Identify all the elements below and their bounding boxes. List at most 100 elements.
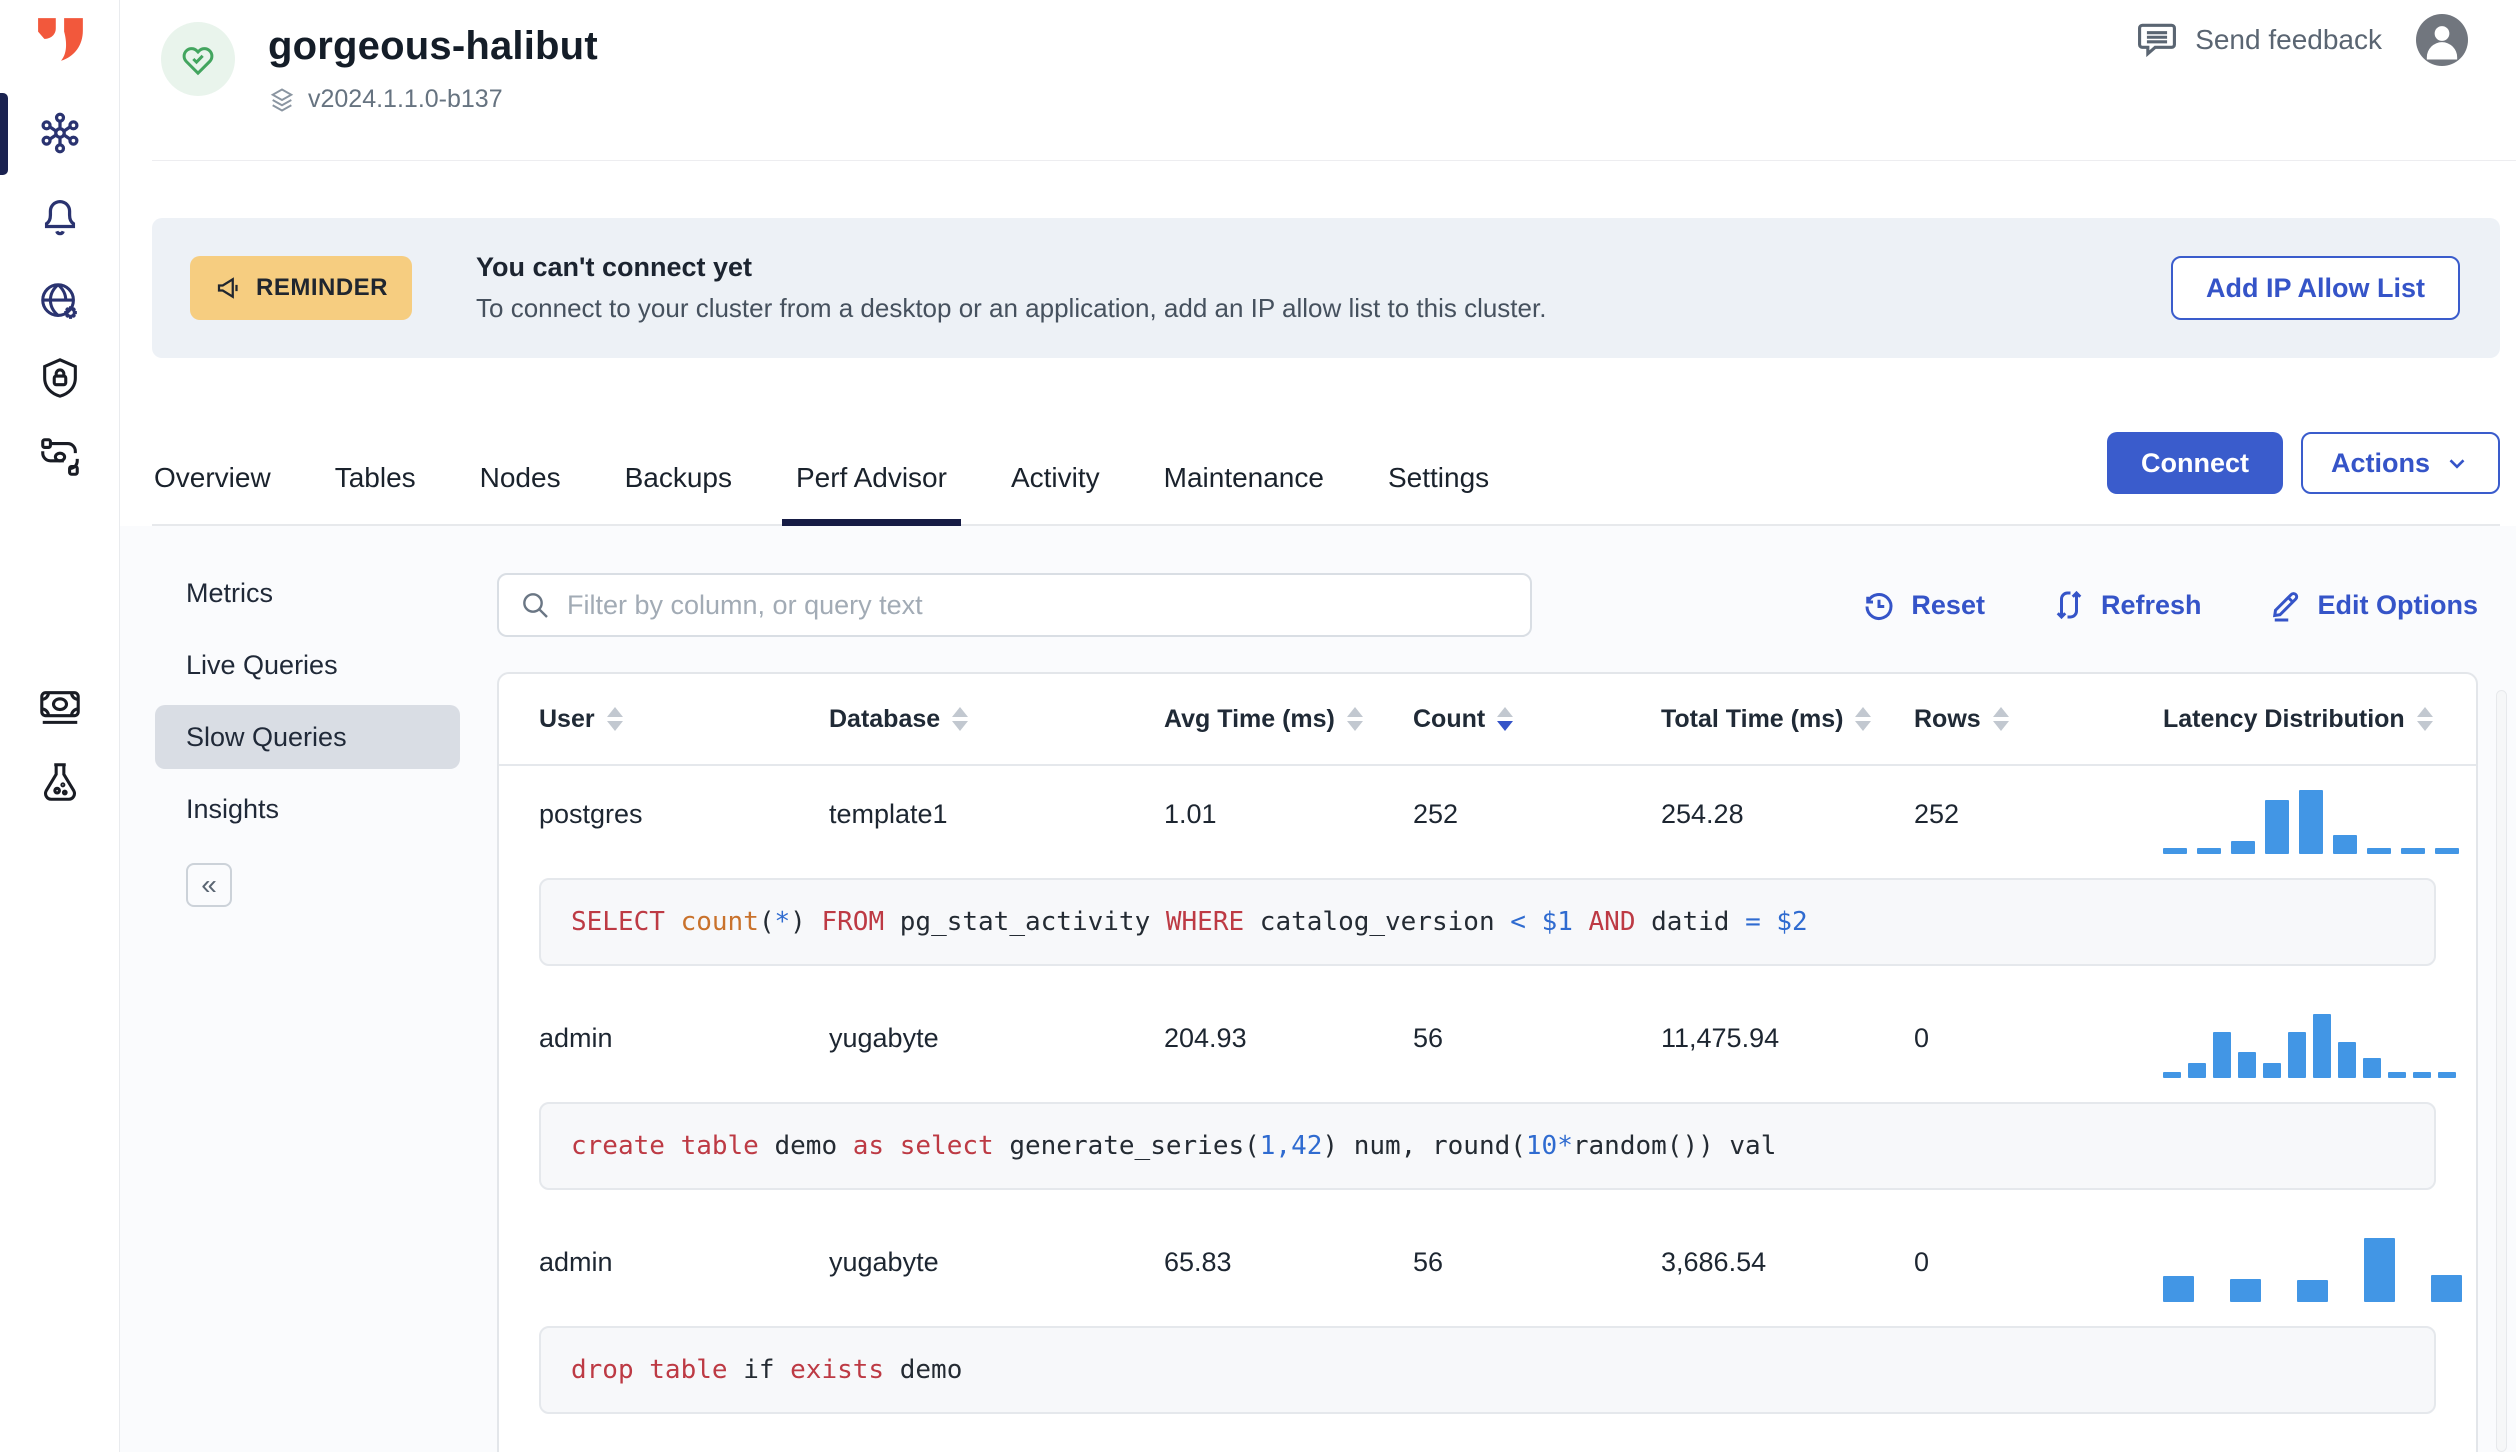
refresh-button[interactable]: Refresh — [2051, 587, 2202, 623]
globe-gear-icon — [41, 283, 77, 319]
cell-count: 56 — [1413, 1022, 1444, 1053]
table-row[interactable]: admin yugabyte 65.83 56 3,686.54 0 — [499, 1214, 2476, 1310]
connect-button[interactable]: Connect — [2106, 432, 2283, 494]
rail-item-clusters[interactable] — [0, 110, 120, 156]
cell-database: template1 — [829, 798, 948, 829]
banner-title: You can't connect yet — [476, 252, 752, 282]
table-header-row: User Database Avg Time (ms) Count Total Time… — [499, 674, 2476, 766]
sort-icon — [1497, 707, 1514, 731]
query-text[interactable]: SELECT count(*) FROM pg_stat_activity WH… — [539, 878, 2436, 966]
reminder-badge: REMINDER — [190, 256, 413, 320]
cell-avg_time_ms: 1.01 — [1164, 798, 1217, 829]
tab-perf-advisor[interactable]: Perf Advisor — [781, 430, 961, 526]
cluster-version: v2024.1.1.0-b137 — [308, 85, 503, 113]
table-row[interactable]: admin yugabyte 204.93 56 11,475.94 0 — [499, 990, 2476, 1086]
sort-icon — [1855, 707, 1872, 731]
add-ip-allow-list-button[interactable]: Add IP Allow List — [2170, 256, 2460, 320]
perf-advisor-subnav: Metrics Live Queries Slow Queries Insights … — [155, 557, 460, 907]
collapse-sidebar-button[interactable]: « — [186, 863, 232, 907]
tab-activity[interactable]: Activity — [1011, 430, 1100, 526]
cell-database: yugabyte — [829, 1246, 939, 1277]
reset-button[interactable]: Reset — [1861, 587, 1985, 623]
cell-rows: 0 — [1914, 1022, 1930, 1053]
query-text[interactable]: drop table if exists demo — [539, 1326, 2436, 1414]
subnav-item-metrics[interactable]: Metrics — [155, 557, 460, 629]
sort-icon — [2416, 707, 2433, 731]
column-header-latency-distribution[interactable]: Latency Distribution — [2163, 705, 2476, 734]
cell-user: admin — [539, 1022, 613, 1053]
refresh-icon — [2056, 590, 2082, 620]
cell-total_time_ms: 254.28 — [1661, 798, 1744, 829]
subnav-item-slow-queries[interactable]: Slow Queries — [155, 705, 460, 769]
cluster-tabs: Overview Tables Nodes Backups Perf Advisor Ac… — [152, 430, 2500, 526]
reminder-banner: REMINDER You can't connect yet To connec… — [152, 218, 2500, 358]
subnav-item-live-queries[interactable]: Live Queries — [155, 629, 460, 701]
rail-item-labs[interactable] — [0, 759, 120, 805]
send-feedback-button[interactable]: Send feedback — [2135, 18, 2382, 62]
sort-icon — [1346, 707, 1363, 731]
bell-icon — [44, 199, 76, 236]
flask-icon — [44, 763, 76, 801]
latency-histogram — [2163, 766, 2476, 862]
scrollbar[interactable] — [2496, 690, 2507, 1452]
table-row[interactable]: postgres template1 1.01 252 254.28 252 — [499, 766, 2476, 862]
column-header-database[interactable]: Database — [829, 705, 1164, 734]
feedback-bubble-icon — [2138, 23, 2177, 58]
tab-overview[interactable]: Overview — [154, 430, 271, 526]
query-text[interactable]: create table demo as select generate_ser… — [539, 1102, 2436, 1190]
sort-icon — [1992, 707, 2009, 731]
yugabyte-logo[interactable] — [36, 16, 86, 62]
cell-avg_time_ms: 204.93 — [1164, 1022, 1247, 1053]
rail-item-security[interactable] — [0, 355, 120, 401]
column-header-rows[interactable]: Rows — [1914, 705, 2163, 734]
billing-icon — [40, 691, 80, 724]
filter-box — [497, 573, 1532, 637]
search-icon — [523, 593, 548, 618]
column-header-count[interactable]: Count — [1413, 705, 1661, 734]
heart-check-icon — [182, 47, 214, 76]
reset-clock-icon — [1865, 592, 1893, 620]
actions-button[interactable]: Actions — [2300, 432, 2500, 494]
integrations-icon — [41, 438, 79, 476]
tab-maintenance[interactable]: Maintenance — [1164, 430, 1324, 526]
column-header-avg-time-ms-[interactable]: Avg Time (ms) — [1164, 705, 1413, 734]
tab-nodes[interactable]: Nodes — [480, 430, 561, 526]
left-rail — [0, 0, 120, 1452]
latency-histogram — [2163, 990, 2476, 1086]
banner-body: To connect to your cluster from a deskto… — [476, 293, 1547, 323]
sort-icon — [952, 707, 969, 731]
slow-queries-table: User Database Avg Time (ms) Count Total Time… — [497, 672, 2478, 1452]
page-title: gorgeous-halibut — [268, 24, 598, 68]
rail-item-network-access[interactable] — [0, 279, 120, 325]
cell-total_time_ms: 11,475.94 — [1661, 1022, 1780, 1053]
cluster-health-badge — [161, 22, 235, 96]
shield-lock-icon — [43, 358, 77, 398]
cell-count: 56 — [1413, 1246, 1444, 1277]
tab-backups[interactable]: Backups — [625, 430, 732, 526]
app-window: gorgeous-halibut v2024.1.1.0-b137 Send f… — [0, 0, 2516, 1452]
edit-pencil-icon — [2272, 592, 2298, 622]
subnav-item-insights[interactable]: Insights — [155, 773, 460, 845]
column-header-user[interactable]: User — [539, 705, 829, 734]
cell-count: 252 — [1413, 798, 1459, 829]
rail-item-billing[interactable] — [0, 685, 120, 731]
cell-user: postgres — [539, 798, 643, 829]
tab-settings[interactable]: Settings — [1388, 430, 1489, 526]
edit-options-button[interactable]: Edit Options — [2268, 587, 2478, 623]
filter-input[interactable] — [567, 589, 1510, 621]
chevron-down-icon — [2449, 459, 2465, 469]
cell-rows: 0 — [1914, 1246, 1930, 1277]
slow-queries-panel: Reset Refresh Edit O — [497, 526, 2516, 1452]
user-avatar[interactable] — [2416, 14, 2468, 66]
header-divider — [152, 160, 2516, 161]
cell-avg_time_ms: 65.83 — [1164, 1246, 1232, 1277]
column-header-total-time-ms-[interactable]: Total Time (ms) — [1661, 705, 1914, 734]
rail-item-integrations[interactable] — [0, 434, 120, 480]
latency-histogram — [2163, 1214, 2476, 1310]
tab-tables[interactable]: Tables — [335, 430, 416, 526]
rail-item-alerts[interactable] — [0, 192, 120, 238]
megaphone-icon — [217, 277, 238, 299]
cell-total_time_ms: 3,686.54 — [1661, 1246, 1767, 1277]
page-header: gorgeous-halibut v2024.1.1.0-b137 Send f… — [120, 0, 2516, 161]
cell-rows: 252 — [1914, 798, 1960, 829]
